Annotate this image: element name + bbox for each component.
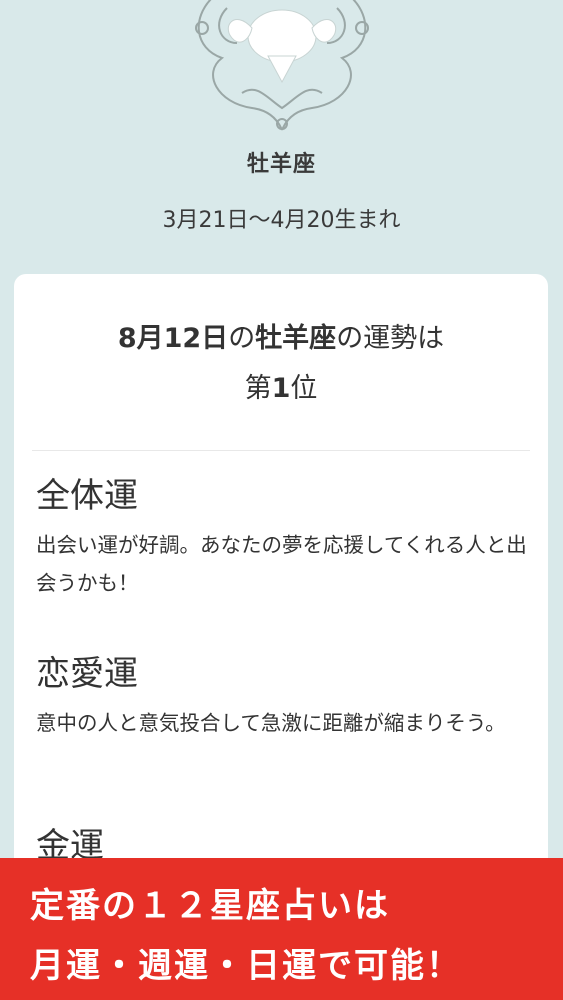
promo-banner[interactable]: 定番の１２星座占いは 月運・週運・日運で可能！	[0, 858, 563, 1000]
rank-number: 1	[271, 373, 291, 404]
sign-name: 牡羊座	[246, 152, 316, 177]
section-title: 全体運	[36, 476, 138, 516]
ranking-connector: の	[228, 323, 256, 354]
fortune-section-overall: 全体運 出会い運が好調。あなたの夢を応援してくれる人と出会うかも！	[36, 474, 530, 602]
section-body: 意中の人と意気投合して急激に距離が縮まりそう。	[36, 711, 506, 735]
rank-prefix: 第	[244, 373, 272, 404]
horoscope-page: 牡羊座 3月21日〜4月20生まれ 8月12日の牡羊座の運勢は 第1位 全体運 …	[0, 0, 563, 1000]
aries-emblem	[0, 0, 563, 140]
section-title: 恋愛運	[36, 654, 138, 694]
banner-line-1: 定番の１２星座占いは	[30, 886, 390, 926]
ranking-heading: 8月12日の牡羊座の運勢は 第1位	[14, 314, 548, 414]
aries-ram-emblem-icon	[195, 0, 369, 131]
section-body: 出会い運が好調。あなたの夢を応援してくれる人と出会うかも！	[36, 533, 527, 595]
banner-line-2: 月運・週運・日運で可能！	[30, 946, 462, 986]
ranking-date: 8月12日	[117, 323, 229, 354]
rank-suffix: 位	[290, 373, 318, 404]
sign-date-range: 3月21日〜4月20生まれ	[162, 208, 401, 233]
ranking-sign: 牡羊座	[255, 323, 337, 354]
ranking-suffix: の運勢は	[336, 323, 445, 354]
card-divider	[32, 450, 530, 451]
fortune-section-love: 恋愛運 意中の人と意気投合して急激に距離が縮まりそう。	[36, 652, 530, 742]
